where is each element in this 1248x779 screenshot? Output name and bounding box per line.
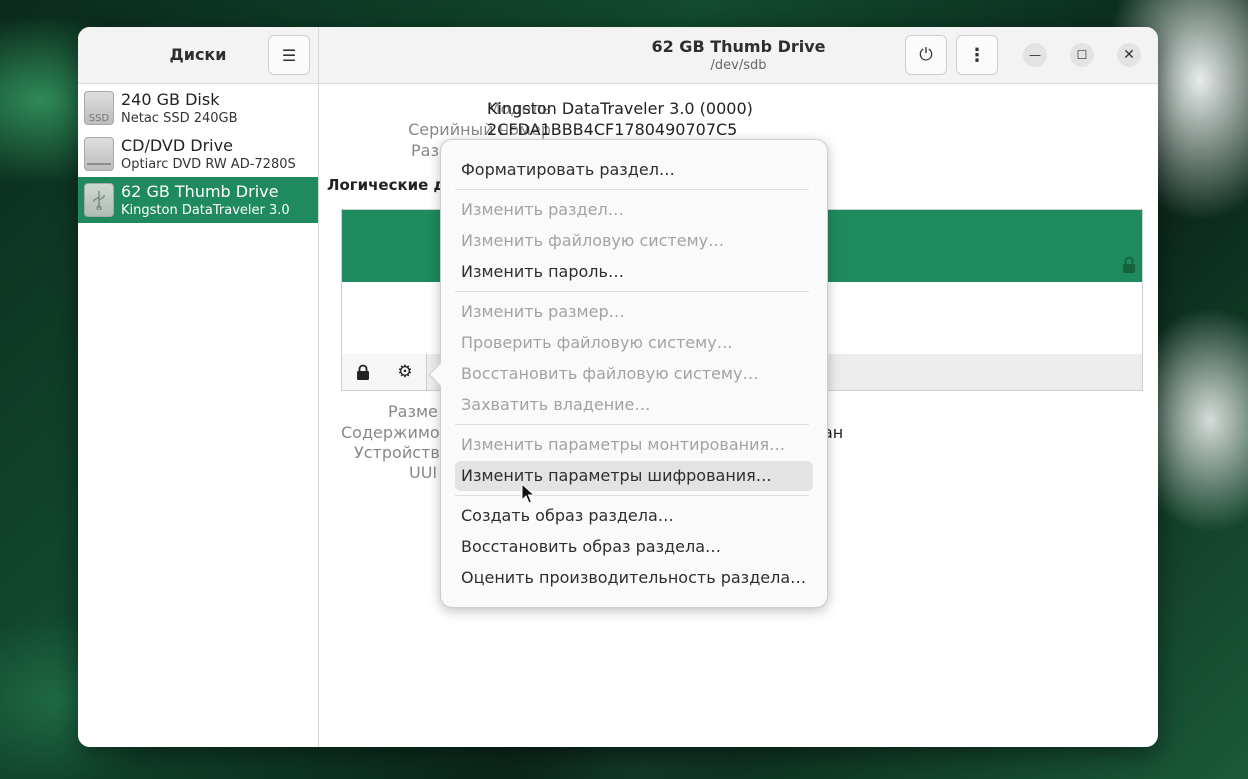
model-value: Kingston DataTraveler 3.0 (0000) [487,99,753,118]
volumes-title: Логические д [327,176,446,194]
sidebar-drive-ssd[interactable]: SSD 240 GB Disk Netac SSD 240GB [78,85,318,131]
menu-item-format-partition[interactable]: Форматировать раздел… [455,155,813,185]
lock-icon [357,364,369,380]
header-bar: 62 GB Thumb Drive /dev/sdb ⏻ ⋮ — ☐ ✕ [319,27,1158,84]
sidebar-header: Диски ☰ [78,27,318,84]
menu-separator [455,424,809,425]
menu-item-edit-encryption-options[interactable]: Изменить параметры шифрования… [455,461,813,491]
sidebar-drive-usb[interactable]: 62 GB Thumb Drive Kingston DataTraveler … [78,177,318,223]
partitioning-label: Раз [411,141,439,160]
power-icon: ⏻ [919,45,933,65]
menu-item-repair-filesystem: Восстановить файловую систему… [461,364,759,383]
vertical-dots-icon: ⋮ [968,44,986,66]
size-label: Разме [388,402,438,421]
drive-name: CD/DVD Drive [121,136,233,155]
gear-icon: ⚙ [397,362,413,382]
hamburger-menu-icon: ☰ [281,45,297,65]
menu-item-edit-filesystem: Изменить файловую систему… [461,231,725,250]
sidebar-drive-optical[interactable]: CD/DVD Drive Optiarc DVD RW AD-7280S [78,131,318,177]
menu-separator [455,291,809,292]
drive-name: 62 GB Thumb Drive [121,182,279,201]
serial-value: 2CFDA1BBB4CF1780490707C5 [487,120,738,139]
menu-item-check-filesystem: Проверить файловую систему… [461,333,733,352]
drive-name: 240 GB Disk [121,90,220,109]
menu-separator [455,189,809,190]
close-icon: ✕ [1123,47,1135,63]
sidebar: Диски ☰ SSD 240 GB Disk Netac SSD 240GB … [78,27,319,747]
menu-item-take-ownership: Захватить владение… [461,395,651,414]
contents-label: Содержимо [341,423,440,442]
menu-item-create-partition-image[interactable]: Создать образ раздела… [455,501,813,531]
menu-item-restore-partition-image[interactable]: Восстановить образ раздела… [455,532,813,562]
menu-item-resize: Изменить размер… [461,302,625,321]
uuid-label: UUI [409,463,438,482]
device-label: Устройств [354,443,440,462]
maximize-button[interactable]: ☐ [1070,43,1094,67]
minimize-button[interactable]: — [1023,43,1047,67]
lock-icon [1122,256,1136,278]
ssd-icon: SSD [84,91,114,125]
drive-options-button[interactable]: ⋮ [956,35,998,75]
power-off-button[interactable]: ⏻ [905,35,947,75]
partition-options-menu: Форматировать раздел… Изменить раздел… И… [428,139,828,608]
drive-model: Kingston DataTraveler 3.0 [121,203,290,218]
menu-separator [455,495,809,496]
minimize-icon: — [1029,48,1041,62]
optical-drive-icon [84,137,114,171]
drive-model: Netac SSD 240GB [121,111,238,126]
menu-item-change-passphrase[interactable]: Изменить пароль… [455,257,813,287]
partition-options-button[interactable]: ⚙ [384,354,427,390]
mouse-cursor-icon [521,483,535,504]
usb-drive-icon [84,183,114,217]
main-menu-button[interactable]: ☰ [268,35,310,75]
close-button[interactable]: ✕ [1117,43,1141,67]
menu-item-edit-partition: Изменить раздел… [461,200,624,219]
menu-item-edit-mount-options: Изменить параметры монтирования… [461,435,786,454]
lock-volume-button[interactable] [342,354,385,390]
drive-model: Optiarc DVD RW AD-7280S [121,157,296,172]
maximize-icon: ☐ [1076,48,1088,62]
menu-item-benchmark-partition[interactable]: Оценить производительность раздела… [455,563,813,593]
